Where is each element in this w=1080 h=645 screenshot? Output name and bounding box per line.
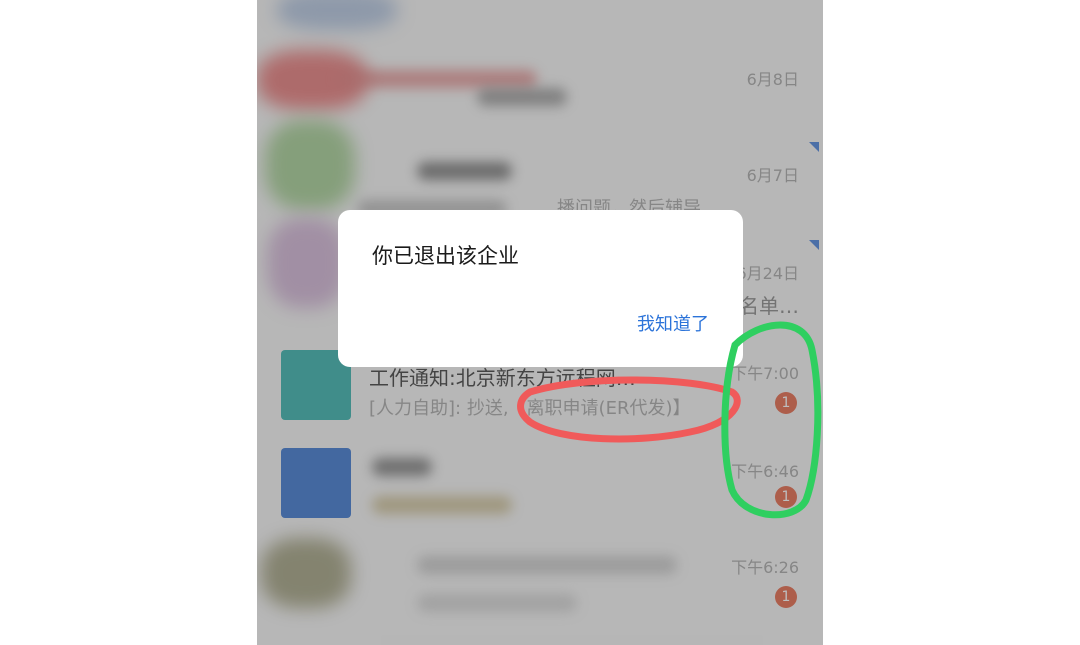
dialog-message: 你已退出该企业: [372, 244, 519, 268]
alert-dialog: 你已退出该企业 我知道了: [338, 210, 743, 367]
dialog-confirm-button[interactable]: 我知道了: [637, 310, 709, 336]
